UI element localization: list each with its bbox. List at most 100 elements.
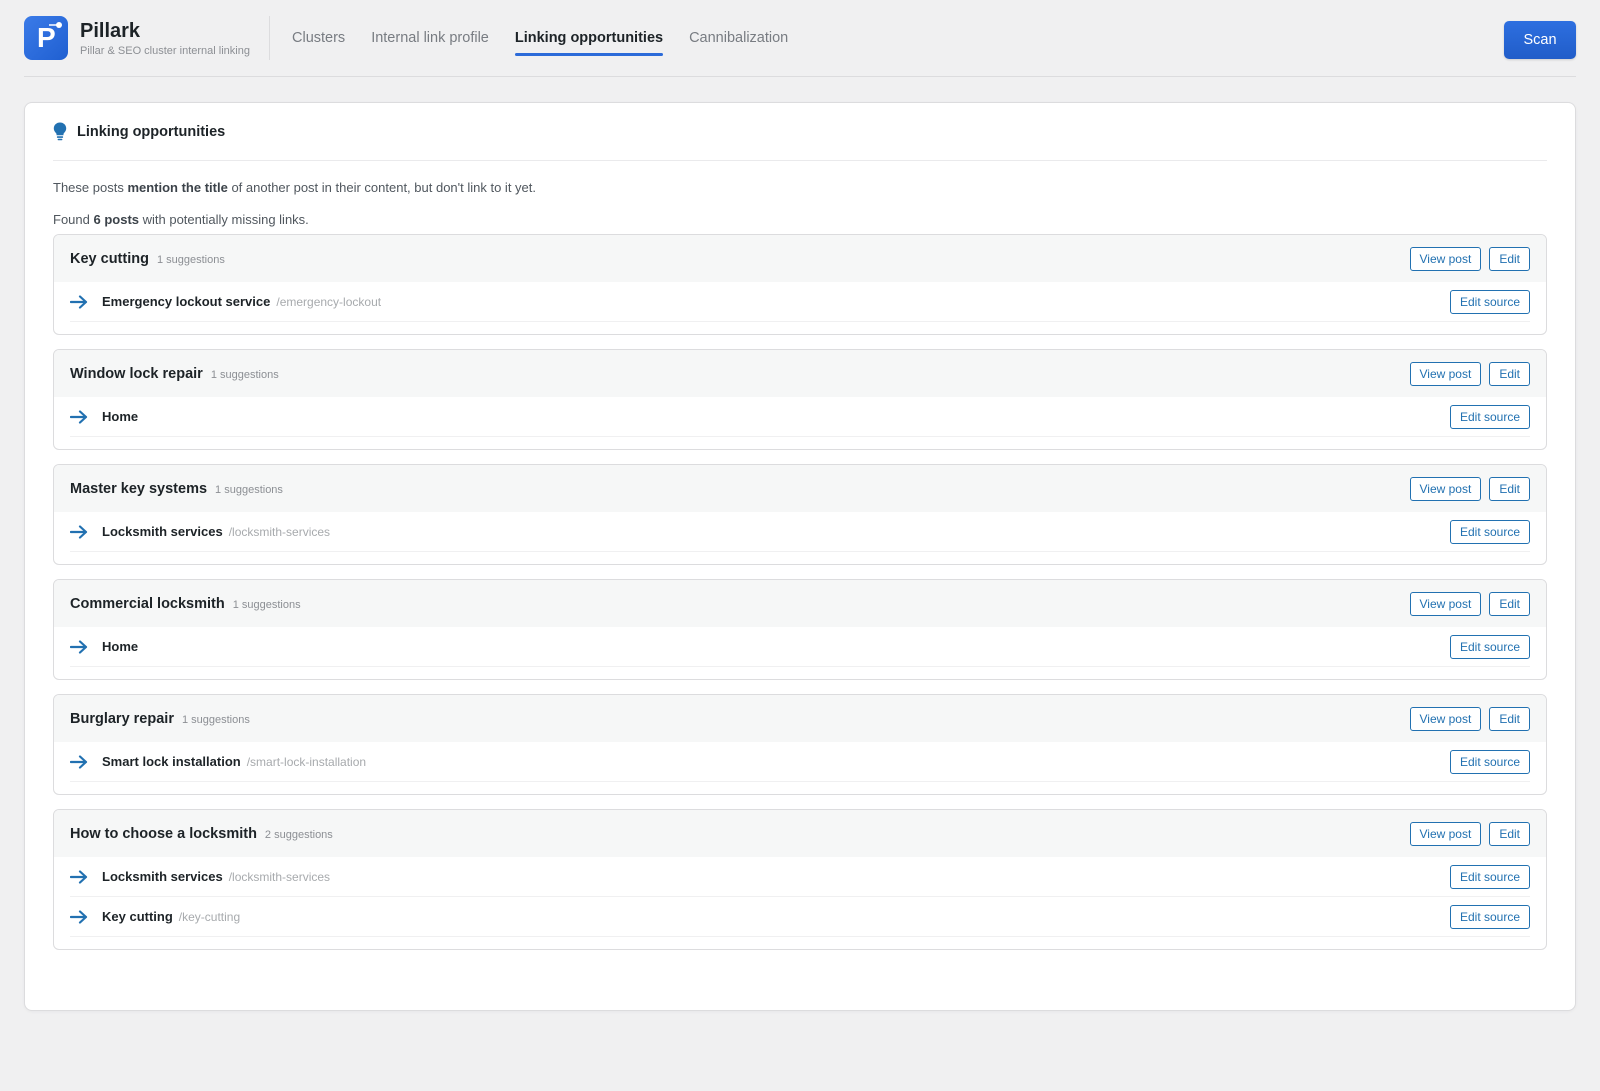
suggestion-row: Key cutting/key-cutting Edit source xyxy=(70,897,1530,937)
arrow-right-icon xyxy=(70,524,88,539)
source-post-title: Home xyxy=(102,409,139,424)
edit-button[interactable]: Edit xyxy=(1489,592,1530,616)
arrow-right-icon xyxy=(70,909,88,924)
tab-clusters[interactable]: Clusters xyxy=(292,0,345,77)
panel-header: Linking opportunities xyxy=(53,103,1547,161)
edit-source-button[interactable]: Edit source xyxy=(1449,635,1530,659)
suggestion-count: 1 suggestions xyxy=(156,253,225,266)
source-post-slug: /locksmith-services xyxy=(228,869,331,884)
edit-button[interactable]: Edit xyxy=(1489,707,1530,731)
suggestion-row: Locksmith services/locksmith-services Edi… xyxy=(70,512,1530,552)
source-post-slug: /key-cutting xyxy=(178,909,241,924)
edit-button[interactable]: Edit xyxy=(1489,477,1530,501)
group-header: Burglary repair 1 suggestions View post Edi… xyxy=(54,695,1546,742)
target-post-title: How to choose a locksmith xyxy=(70,825,257,842)
intro-prefix: These posts xyxy=(53,180,128,195)
edit-button[interactable]: Edit xyxy=(1489,822,1530,846)
group-header: Window lock repair 1 suggestions View post… xyxy=(54,350,1546,397)
group-actions: View post Edit xyxy=(1402,707,1530,731)
found-prefix: Found xyxy=(53,212,94,227)
edit-source-button[interactable]: Edit source xyxy=(1449,520,1530,544)
view-post-button[interactable]: View post xyxy=(1409,247,1482,271)
brand-name: Pillark xyxy=(80,20,141,42)
group-actions: View post Edit xyxy=(1402,592,1530,616)
opportunity-group: Master key systems 1 suggestions View post… xyxy=(53,464,1547,565)
opportunity-group: Burglary repair 1 suggestions View post Edi… xyxy=(53,694,1547,795)
suggestion-count: 1 suggestions xyxy=(210,368,279,381)
logo-node-icon xyxy=(49,22,62,28)
header-divider xyxy=(269,16,270,60)
source-post-title: Smart lock installation xyxy=(102,754,241,769)
opportunity-group: Commercial locksmith 1 suggestions View po… xyxy=(53,579,1547,680)
opportunity-group: How to choose a locksmith 2 suggestions Vi… xyxy=(53,809,1547,950)
group-header: Commercial locksmith 1 suggestions View po… xyxy=(54,580,1546,627)
view-post-button[interactable]: View post xyxy=(1409,477,1482,501)
target-post-title: Commercial locksmith xyxy=(70,595,225,612)
intro-text: These posts mention the title of another… xyxy=(53,180,1547,196)
target-post-title: Key cutting xyxy=(70,250,149,267)
arrow-right-icon xyxy=(70,294,88,309)
source-post-slug: /emergency-lockout xyxy=(276,294,382,309)
group-header: Master key systems 1 suggestions View post… xyxy=(54,465,1546,512)
group-actions: View post Edit xyxy=(1402,822,1530,846)
view-post-button[interactable]: View post xyxy=(1409,592,1482,616)
edit-source-button[interactable]: Edit source xyxy=(1449,750,1530,774)
suggestion-count: 2 suggestions xyxy=(264,828,333,841)
found-suffix: with potentially missing links. xyxy=(139,212,309,227)
intro-suffix: of another post in their content, but do… xyxy=(227,180,536,195)
suggestion-row: Home Edit source xyxy=(70,397,1530,437)
edit-source-button[interactable]: Edit source xyxy=(1449,405,1530,429)
tab-cannibalization[interactable]: Cannibalization xyxy=(689,0,788,77)
panel-title: Linking opportunities xyxy=(77,123,226,140)
suggestion-list: Locksmith services/locksmith-services Edi… xyxy=(54,857,1546,949)
source-post-title: Key cutting xyxy=(102,909,173,924)
edit-source-button[interactable]: Edit source xyxy=(1449,290,1530,314)
arrow-right-icon xyxy=(70,754,88,769)
main-tabs: Clusters Internal link profile Linking o… xyxy=(292,0,814,77)
suggestion-count: 1 suggestions xyxy=(232,598,301,611)
opportunity-group: Key cutting 1 suggestions View post Edit Eme… xyxy=(53,234,1547,335)
suggestion-row: Locksmith services/locksmith-services Edi… xyxy=(70,857,1530,897)
lightbulb-icon xyxy=(53,122,67,141)
linking-opportunities-panel: Linking opportunities These posts mentio… xyxy=(24,102,1576,1011)
source-post-title: Locksmith services xyxy=(102,524,223,539)
target-post-title: Master key systems xyxy=(70,480,208,497)
tab-internal-link-profile[interactable]: Internal link profile xyxy=(371,0,489,77)
tab-linking-opportunities[interactable]: Linking opportunities xyxy=(514,0,664,77)
suggestion-list: Locksmith services/locksmith-services Edi… xyxy=(54,512,1546,564)
edit-button[interactable]: Edit xyxy=(1489,247,1530,271)
view-post-button[interactable]: View post xyxy=(1409,822,1482,846)
group-actions: View post Edit xyxy=(1402,362,1530,386)
top-bar: P Pillark Pillar & SEO cluster internal … xyxy=(24,0,1576,77)
suggestion-list: Home Edit source xyxy=(54,627,1546,679)
opportunity-group: Window lock repair 1 suggestions View post… xyxy=(53,349,1547,450)
suggestion-row: Smart lock installation/smart-lock-insta… xyxy=(70,742,1530,782)
suggestion-list: Smart lock installation/smart-lock-insta… xyxy=(54,742,1546,794)
suggestion-count: 1 suggestions xyxy=(181,713,250,726)
suggestion-row: Emergency lockout service/emergency-lock… xyxy=(70,282,1530,322)
group-header: How to choose a locksmith 2 suggestions Vi… xyxy=(54,810,1546,857)
suggestion-list: Emergency lockout service/emergency-lock… xyxy=(54,282,1546,334)
found-summary: Found 6 posts with potentially missing l… xyxy=(53,212,1547,228)
view-post-button[interactable]: View post xyxy=(1409,362,1482,386)
source-post-title: Locksmith services xyxy=(102,869,223,884)
found-count: 6 posts xyxy=(93,212,139,227)
group-actions: View post Edit xyxy=(1402,477,1530,501)
edit-button[interactable]: Edit xyxy=(1489,362,1530,386)
target-post-title: Burglary repair xyxy=(70,710,174,727)
brand-tagline: Pillar & SEO cluster internal linking xyxy=(80,45,250,57)
edit-source-button[interactable]: Edit source xyxy=(1449,865,1530,889)
view-post-button[interactable]: View post xyxy=(1409,707,1482,731)
source-post-title: Emergency lockout service xyxy=(102,294,271,309)
scan-button[interactable]: Scan xyxy=(1504,21,1576,59)
source-post-title: Home xyxy=(102,639,139,654)
source-post-slug: /locksmith-services xyxy=(228,524,331,539)
edit-source-button[interactable]: Edit source xyxy=(1449,905,1530,929)
source-post-slug: /smart-lock-installation xyxy=(246,754,367,769)
arrow-right-icon xyxy=(70,869,88,884)
suggestion-count: 1 suggestions xyxy=(215,483,283,496)
opportunity-groups: Key cutting 1 suggestions View post Edit Eme… xyxy=(53,234,1547,950)
brand: Pillark Pillar & SEO cluster internal li… xyxy=(80,19,258,57)
group-actions: View post Edit xyxy=(1402,247,1530,271)
arrow-right-icon xyxy=(70,409,88,424)
